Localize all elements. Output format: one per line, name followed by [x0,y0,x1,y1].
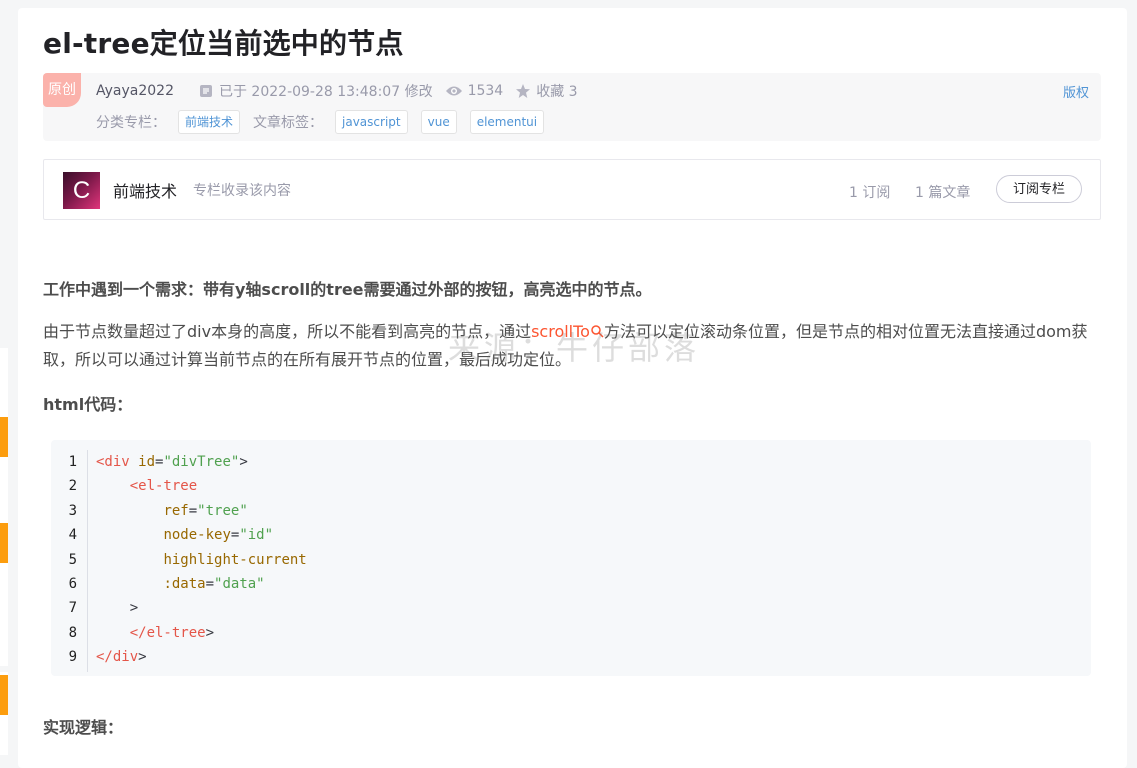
line-number: 2 [68,478,77,495]
html-code-heading: html代码： [43,395,133,414]
tags-label: 文章标签： [253,115,324,131]
logic-heading: 实现逻辑： [43,718,124,737]
code-token: :data [163,575,206,592]
code-line: </el-tree> [96,621,307,645]
code-token: id [129,454,156,470]
code-token: </el-tree [129,624,206,641]
author-link[interactable]: Ayaya2022 [96,83,174,99]
code-token: "tree" [197,502,248,519]
copyright-link[interactable]: 版权 [1063,82,1089,101]
code-token: > [205,624,215,641]
code-token: > [239,454,248,470]
code-line: ref="tree" [96,499,307,523]
code-line: :data="data" [96,572,307,596]
sidebar-tab-marker[interactable] [0,417,8,457]
scrollto-link-text: scrollTo [531,322,590,341]
article-container: el-tree定位当前选中的节点 原创 Ayaya2022 已于 2022-09… [18,8,1127,768]
code-token: <el-tree [129,478,198,495]
code-token: = [205,575,215,592]
line-number: 5 [68,551,77,568]
code-block[interactable]: 123456789 <div id="divTree"> <el-tree re… [51,440,1091,676]
category-label: 分类专栏： [96,115,166,131]
tag-elementui[interactable]: elementui [469,110,545,134]
line-number: 9 [68,649,77,666]
line-number: 8 [68,624,77,641]
star-icon [516,84,531,98]
code-token: "data" [214,575,265,592]
original-badge: 原创 [43,73,81,107]
code-token: highlight-current [163,551,307,568]
column-logo[interactable]: C [63,172,100,209]
explanation-paragraph: 由于节点数量超过了div本身的高度，所以不能看到高亮的节点，通过scrollTo… [43,318,1103,374]
subscribe-column-button[interactable]: 订阅专栏 [996,175,1082,203]
tag-vue[interactable]: vue [420,110,457,134]
code-token: </div [96,649,139,666]
explanation-text-start: 由于节点数量超过了div本身的高度，所以不能看到高亮的节点，通过 [43,322,532,341]
edit-icon [199,85,212,97]
search-icon [591,325,604,338]
code-line: node-key="id" [96,523,307,547]
left-sidebar-card [0,348,8,666]
requirement-paragraph: 工作中遇到一个需求：带有y轴scroll的tree需要通过外部的按钮，高亮选中的… [43,280,652,299]
article-meta: 原创 Ayaya2022 已于 2022-09-28 13:48:07 修改 1… [43,73,1101,141]
view-count-value: 1534 [467,83,504,99]
code-line: <el-tree [96,474,307,498]
column-card: C 前端技术 专栏收录该内容 1 订阅 1 篇文章 订阅专栏 [43,159,1101,220]
code-token: <div [96,454,130,470]
line-number: 3 [68,502,77,519]
sidebar-tab-marker[interactable] [0,523,8,563]
code-token: node-key [163,527,231,544]
code-token: ref [163,502,189,519]
eye-icon [445,86,462,96]
column-subscribers: 1 订阅 [849,185,891,201]
tag-javascript[interactable]: javascript [335,110,408,134]
code-content: <div id="divTree"> <el-tree ref="tree" n… [96,450,307,670]
code-line: </div> [96,645,307,669]
line-number: 4 [68,527,77,544]
view-count: 1534 [445,83,504,99]
line-numbers: 1 2 3 4 5 6 7 8 9 [51,450,88,672]
column-description: 专栏收录该内容 [193,183,291,199]
line-number: 1 [68,454,77,470]
line-number: 7 [68,600,77,617]
code-line: <div id="divTree"> [96,450,307,474]
modified-status: 已于 2022-09-28 13:48:07 修改 [198,81,433,101]
article-title: el-tree定位当前选中的节点 [43,27,404,60]
category-tag[interactable]: 前端技术 [178,110,241,134]
code-line: > [96,596,307,620]
favorite-count: 收藏 3 [536,84,578,100]
column-articles: 1 篇文章 [915,185,971,201]
modified-time: 已于 2022-09-28 13:48:07 修改 [218,84,433,100]
sidebar-tab-marker[interactable] [0,675,8,715]
code-line: highlight-current [96,548,307,572]
code-token: > [138,649,147,666]
scrollto-link[interactable]: scrollTo [531,322,604,341]
line-number: 6 [68,575,77,592]
favorite-button[interactable]: 收藏 3 [515,81,578,101]
code-token: "divTree" [163,454,240,470]
code-token: > [129,600,139,617]
column-name[interactable]: 前端技术 [113,178,177,202]
code-token: = [188,502,198,519]
code-token: "id" [239,527,274,544]
